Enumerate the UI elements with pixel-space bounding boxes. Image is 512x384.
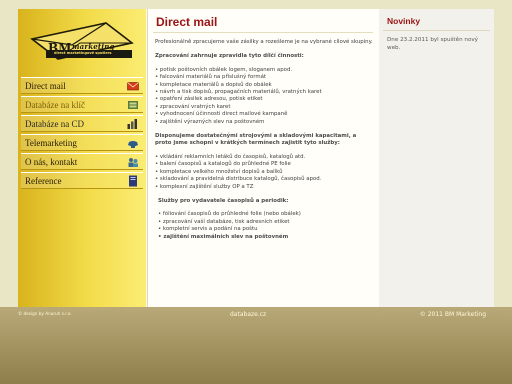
logo-marketing-text: marketing bbox=[72, 42, 115, 51]
footer: © design by Anuruh s.r.o. databaze.cz © … bbox=[0, 307, 512, 384]
bar-chart-icon bbox=[127, 119, 137, 129]
nav-item-label: O nás, kontakt bbox=[25, 157, 78, 167]
main-navigation: Direct mail Databáze na klíč Databáze na… bbox=[21, 77, 143, 191]
book-icon bbox=[129, 175, 137, 187]
page-frame: BM marketing direct marketingové sputier… bbox=[18, 9, 494, 307]
main-content: Direct mail Profesionálně zpracujeme vaš… bbox=[147, 9, 380, 307]
news-title: Novinky bbox=[387, 16, 421, 26]
list-item: • zajištění maximálních slev na poštovné… bbox=[158, 233, 289, 240]
list-item: • zajištění výrazných slev na poštovném bbox=[155, 118, 265, 125]
news-divider bbox=[383, 30, 490, 31]
envelope-icon bbox=[127, 82, 139, 91]
list-item: • vyhodnocení účinnosti direct mailové k… bbox=[155, 111, 288, 118]
nav-item-label: Direct mail bbox=[25, 81, 66, 91]
list-item: • kompletní servis a podání na poštu bbox=[158, 226, 258, 233]
left-column: BM marketing direct marketingové sputier… bbox=[18, 9, 146, 307]
list-item: • kompletace velkého množství dopisů a b… bbox=[155, 168, 283, 175]
section-heading: Služby pro vydavatele časopisů a periodi… bbox=[158, 197, 289, 204]
nav-item-databaze-na-cd[interactable]: Databáze na CD bbox=[21, 115, 143, 132]
list-item: • opatření zásilek adresou, potisk etike… bbox=[155, 96, 263, 103]
logo-subtitle: direct marketingové sputiers bbox=[54, 51, 112, 55]
section-heading: Disponujeme dostatečnými strojovými a sk… bbox=[155, 133, 357, 147]
footer-design-credit[interactable]: © design by Anuruh s.r.o. bbox=[18, 311, 72, 316]
nav-item-telemarketing[interactable]: Telemarketing bbox=[21, 134, 143, 151]
content-body: Profesionálně zpracujeme vaše zásilky a … bbox=[155, 39, 373, 241]
nav-item-label: Reference bbox=[25, 176, 62, 186]
nav-item-label: Telemarketing bbox=[25, 138, 77, 148]
footer-site-link[interactable]: databaze.cz bbox=[230, 311, 266, 318]
list-item: • zpracování vaší databáze, tisk adresní… bbox=[158, 218, 290, 225]
nav-item-label: Databáze na CD bbox=[25, 119, 84, 129]
nav-item-direct-mail[interactable]: Direct mail bbox=[21, 77, 143, 94]
list-item: • skladování a pravidelná distribuce kat… bbox=[155, 176, 322, 183]
intro-text: Profesionálně zpracujeme vaše zásilky a … bbox=[155, 39, 373, 45]
list-item: • kompletace materiálů a dopisů do obále… bbox=[155, 81, 272, 88]
list-item: • balení časopisů a katalogů do průhledn… bbox=[155, 161, 291, 168]
database-key-icon bbox=[128, 101, 138, 109]
services-list: • potisk poštovních obálek logem, slogan… bbox=[155, 67, 373, 126]
page-title: Direct mail bbox=[156, 15, 218, 29]
list-item: • falcování materiálů na příslušný formá… bbox=[155, 74, 267, 81]
logo[interactable]: BM marketing direct marketingové sputier… bbox=[28, 21, 136, 67]
section-heading: Zpracování zahrnuje zpravidla tyto dílčí… bbox=[155, 53, 304, 60]
capacities-list: • vkládání reklamních letáků do časopisů… bbox=[155, 154, 373, 191]
nav-item-databaze-na-klic[interactable]: Databáze na klíč bbox=[21, 96, 143, 113]
nav-item-o-nas-kontakt[interactable]: O nás, kontakt bbox=[21, 153, 143, 170]
footer-bar: © design by Anuruh s.r.o. databaze.cz © … bbox=[18, 307, 494, 325]
right-sidebar: Novinky Dne 23.2.2011 byl spuštěn nový w… bbox=[379, 9, 494, 307]
nav-item-reference[interactable]: Reference bbox=[21, 172, 143, 189]
title-divider bbox=[153, 32, 373, 33]
list-item: • komplexní zajištění služby OP a TZ bbox=[155, 183, 254, 190]
footer-copyright: © 2011 BM Marketing bbox=[419, 311, 486, 318]
telephone-icon bbox=[128, 141, 138, 148]
list-item: • fóliování časopisů do průhledné folie … bbox=[158, 211, 301, 218]
news-item: Dne 23.2.2011 byl spuštěn nový web. bbox=[387, 37, 478, 51]
nav-item-label: Databáze na klíč bbox=[25, 100, 85, 110]
publishers-list: • fóliování časopisů do průhledné folie … bbox=[155, 211, 373, 241]
people-icon bbox=[128, 158, 138, 167]
